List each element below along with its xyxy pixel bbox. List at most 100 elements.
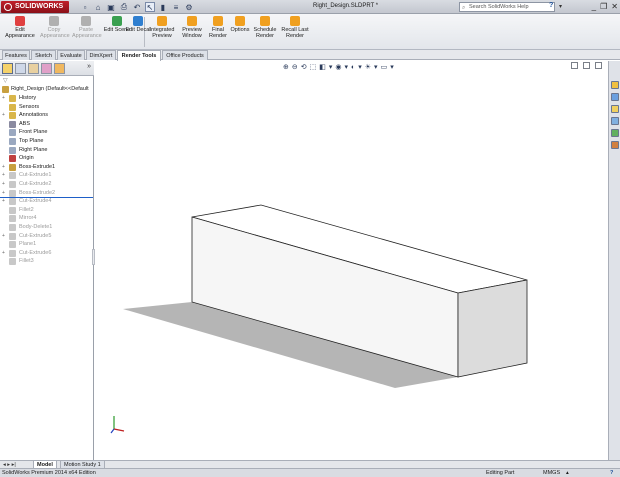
- command-manager-ribbon: Edit Appearance Copy Appearance Paste Appe…: [0, 14, 620, 50]
- status-bar: SolidWorks Premium 2014 x64 Edition Edit…: [0, 468, 620, 477]
- minimize-icon[interactable]: _: [592, 2, 596, 11]
- file-explorer-icon[interactable]: [611, 105, 619, 113]
- edit-appearance-button[interactable]: Edit Appearance: [4, 16, 36, 39]
- property-manager-tab-icon[interactable]: [15, 63, 26, 74]
- bottom-tab-strip: ◂ ▸ ▸| Model Motion Study 1: [0, 460, 620, 469]
- filter-icon[interactable]: ▽: [3, 77, 8, 84]
- cut-extrude-icon: [9, 232, 16, 240]
- paste-appearance-button[interactable]: Paste Appearance: [72, 16, 102, 39]
- save-icon[interactable]: ▣: [106, 2, 116, 12]
- mirror-icon: [9, 215, 16, 223]
- rebuild-icon[interactable]: ▮: [158, 2, 168, 12]
- integrated-preview-button[interactable]: Integrated Preview: [148, 16, 176, 39]
- open-folder-icon[interactable]: ⌂: [93, 2, 103, 12]
- options-icon: [235, 16, 245, 26]
- plane-icon: [9, 138, 16, 145]
- task-pane-strip: [608, 61, 620, 460]
- final-render-icon: [213, 16, 223, 26]
- view-palette-icon[interactable]: [611, 117, 619, 125]
- body-delete-icon: [9, 224, 16, 231]
- ribbon-button-label: Preview Window: [182, 27, 202, 39]
- extrude-icon: [9, 189, 16, 197]
- restore-icon[interactable]: ❐: [600, 2, 607, 11]
- file-properties-icon[interactable]: ≡: [171, 2, 181, 12]
- quick-access-toolbar: ▫ ⌂ ▣ ⎙ ↶ ↖ ▮ ≡ ⚙: [80, 1, 194, 13]
- options-button[interactable]: Options: [226, 16, 254, 33]
- graphics-area[interactable]: ⊕ ⊖ ⟲ ⬚ ◧ ▾ ◉ ▾ ◐ ▾ ☀ ▾ ▭ ▾: [95, 61, 608, 460]
- search-input[interactable]: ⌕ Search SolidWorks Help: [459, 2, 555, 12]
- schedule-render-icon: [260, 16, 270, 26]
- configuration-manager-tab-icon[interactable]: [28, 63, 39, 74]
- more-tabs-icon[interactable]: »: [87, 63, 91, 70]
- reference-triad-icon: [110, 416, 125, 434]
- tab-office-products[interactable]: Office Products: [162, 50, 208, 60]
- cut-extrude-icon: [9, 181, 16, 188]
- tab-features[interactable]: Features: [2, 50, 30, 60]
- status-help-icon[interactable]: ?: [610, 469, 613, 477]
- preview-window-icon: [187, 16, 197, 26]
- preview-window-button[interactable]: Preview Window: [178, 16, 206, 39]
- solidworks-logo[interactable]: SOLIDWORKS: [1, 1, 69, 13]
- cut-extrude-icon: [9, 249, 16, 257]
- ribbon-button-label: Paste Appearance: [72, 27, 102, 39]
- ribbon-button-label: Options: [230, 27, 250, 33]
- recall-last-render-button[interactable]: Recall Last Render: [281, 16, 309, 39]
- edit-scene-icon: [112, 16, 122, 26]
- origin-icon: [9, 155, 16, 163]
- ribbon-button-label: Schedule Render: [253, 27, 277, 39]
- search-placeholder: Search SolidWorks Help: [469, 4, 529, 10]
- dimxpert-manager-tab-icon[interactable]: [41, 63, 52, 74]
- tab-render-tools[interactable]: Render Tools: [117, 50, 161, 61]
- tree-item-fillet3[interactable]: Fillet3: [0, 257, 93, 266]
- command-manager-tabs: Features Sketch Evaluate DimXpert Render Too…: [0, 50, 620, 61]
- edit-mode-label: Editing Part: [486, 470, 515, 476]
- part-icon: [2, 86, 9, 93]
- edit-appearance-icon: [15, 16, 25, 26]
- edit-decal-icon: [133, 16, 143, 26]
- window-controls: _ ❐ ✕: [592, 2, 618, 11]
- tree-root-label: Right_Design (Default<<Default: [11, 86, 89, 92]
- rollback-bar[interactable]: [0, 197, 93, 198]
- solidworks-resources-icon[interactable]: [611, 81, 619, 89]
- close-icon[interactable]: ✕: [611, 2, 618, 11]
- feature-manager-tab-icon[interactable]: [2, 63, 13, 74]
- tab-sketch[interactable]: Sketch: [31, 50, 56, 60]
- history-folder-icon: [9, 95, 16, 102]
- cut-extrude-icon: [9, 198, 16, 206]
- tree-item-label: Fillet3: [19, 258, 34, 265]
- brand-label: SOLIDWORKS: [15, 3, 64, 10]
- extrude-icon: [9, 163, 16, 171]
- undo-icon[interactable]: ↶: [132, 2, 142, 12]
- help-icon[interactable]: ?: [549, 2, 553, 9]
- display-manager-tab-icon[interactable]: [54, 63, 65, 74]
- model-end-face: [457, 279, 528, 378]
- plane-icon: [9, 241, 16, 249]
- tree-root-part[interactable]: Right_Design (Default<<Default: [0, 85, 93, 94]
- design-library-icon[interactable]: [611, 93, 619, 101]
- tab-dimxpert[interactable]: DimXpert: [86, 50, 116, 60]
- options-gear-icon[interactable]: ⚙: [184, 2, 194, 12]
- appearances-scenes-icon[interactable]: [611, 129, 619, 137]
- copy-appearance-button[interactable]: Copy Appearance: [40, 16, 70, 39]
- title-bar: SOLIDWORKS ▫ ⌂ ▣ ⎙ ↶ ↖ ▮ ≡ ⚙ Right_Design.SLDPRT…: [0, 0, 620, 14]
- annotations-folder-icon: [9, 112, 16, 120]
- plane-icon: [9, 129, 16, 137]
- integrated-preview-icon: [157, 16, 167, 26]
- custom-properties-icon[interactable]: [611, 141, 619, 149]
- sensors-folder-icon: [9, 103, 16, 111]
- ds-logo-icon: [4, 3, 12, 11]
- ribbon-button-label: Integrated Preview: [149, 27, 175, 39]
- select-arrow-icon[interactable]: ↖: [145, 2, 155, 12]
- fillet-icon: [9, 206, 16, 214]
- ribbon-button-label: Final Render: [208, 27, 228, 39]
- new-document-icon[interactable]: ▫: [80, 2, 90, 12]
- units-selector[interactable]: MMGS: [543, 469, 560, 477]
- print-icon[interactable]: ⎙: [119, 2, 129, 12]
- feature-manager-panel: » ▽ Right_Design (Default<<Default + Hist…: [0, 61, 95, 460]
- tab-evaluate[interactable]: Evaluate: [57, 50, 85, 60]
- ribbon-button-label: Copy Appearance: [40, 27, 70, 39]
- schedule-render-button[interactable]: Schedule Render: [251, 16, 279, 39]
- search-dropdown-icon[interactable]: ▾: [559, 3, 562, 10]
- units-dropdown-icon[interactable]: ▴: [566, 469, 569, 477]
- model-view-svg: [123, 204, 528, 388]
